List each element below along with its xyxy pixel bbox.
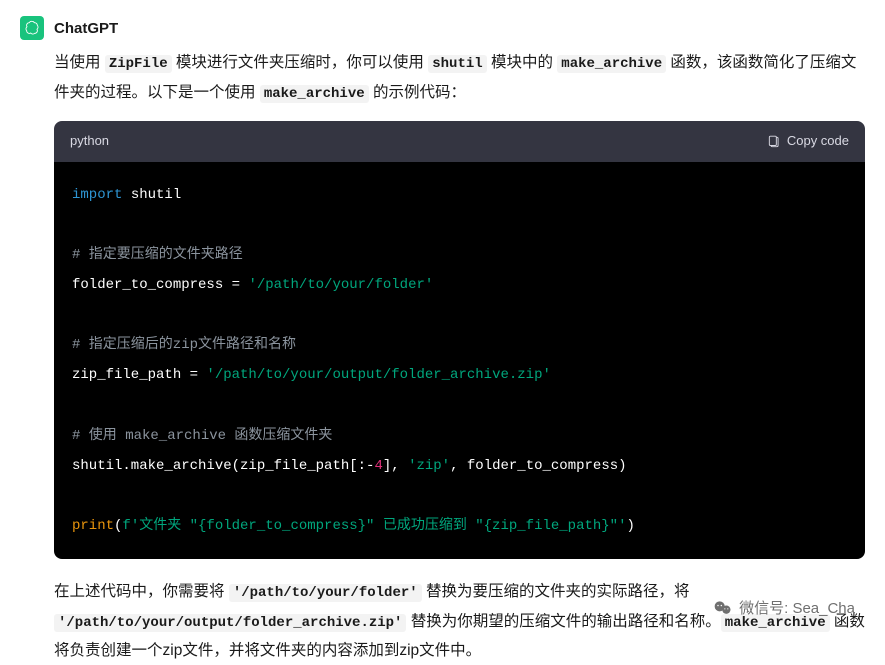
inline-code: shutil	[428, 55, 486, 73]
code-token: shutil.make_archive(zip_file_path[:-	[72, 458, 374, 474]
code-token: # 指定要压缩的文件夹路径	[72, 247, 243, 263]
text: 的示例代码：	[369, 84, 466, 101]
code-language-label: python	[70, 129, 109, 154]
code-header: python Copy code	[54, 121, 865, 162]
chatgpt-logo-icon	[24, 20, 40, 36]
code-token: '/path/to/your/output/folder_archive.zip…	[206, 367, 550, 383]
clipboard-icon	[767, 135, 781, 149]
text: 模块中的	[487, 54, 558, 71]
code-token: ],	[383, 458, 408, 474]
intro-paragraph: 当使用 ZipFile 模块进行文件夹压缩时，你可以使用 shutil 模块中的…	[54, 48, 865, 107]
sender-name: ChatGPT	[54, 20, 118, 37]
watermark: 微信号: Sea_Cha	[713, 597, 855, 618]
code-token: , folder_to_compress)	[450, 458, 626, 474]
code-body[interactable]: import shutil # 指定要压缩的文件夹路径 folder_to_co…	[54, 162, 865, 559]
avatar	[20, 16, 44, 40]
code-block: python Copy code import shutil # 指定要压缩的文…	[54, 121, 865, 559]
code-token: zip_file_path =	[72, 367, 206, 383]
text: 替换为你期望的压缩文件的输出路径和名称。	[406, 613, 720, 630]
watermark-text: 微信号: Sea_Cha	[739, 597, 855, 618]
copy-code-button[interactable]: Copy code	[767, 129, 849, 154]
code-token: print	[72, 518, 114, 534]
wechat-icon	[713, 598, 733, 618]
copy-code-label: Copy code	[787, 129, 849, 154]
inline-code: '/path/to/your/folder'	[229, 584, 422, 602]
inline-code: ZipFile	[105, 55, 172, 73]
text: 替换为要压缩的文件夹的实际路径，将	[422, 583, 690, 600]
inline-code: make_archive	[557, 55, 666, 73]
text: 在上述代码中，你需要将	[54, 583, 229, 600]
code-token: shutil	[122, 187, 181, 203]
code-token: 4	[374, 458, 382, 474]
message-header: ChatGPT	[20, 16, 865, 40]
message-content: 当使用 ZipFile 模块进行文件夹压缩时，你可以使用 shutil 模块中的…	[54, 48, 865, 665]
code-token: folder_to_compress =	[72, 277, 248, 293]
code-token: # 指定压缩后的zip文件路径和名称	[72, 337, 296, 353]
code-token: 'zip'	[408, 458, 450, 474]
inline-code: make_archive	[260, 85, 369, 103]
code-token: import	[72, 187, 122, 203]
code-token: f'文件夹 "{folder_to_compress}" 已成功压缩到 "{zi…	[122, 518, 626, 534]
inline-code: '/path/to/your/output/folder_archive.zip…	[54, 614, 406, 632]
code-token: )	[626, 518, 634, 534]
outro-paragraph: 在上述代码中，你需要将 '/path/to/your/folder' 替换为要压…	[54, 577, 865, 665]
text: 当使用	[54, 54, 105, 71]
code-token: '/path/to/your/folder'	[248, 277, 433, 293]
text: 模块进行文件夹压缩时，你可以使用	[172, 54, 429, 71]
code-token: # 使用 make_archive 函数压缩文件夹	[72, 428, 332, 444]
